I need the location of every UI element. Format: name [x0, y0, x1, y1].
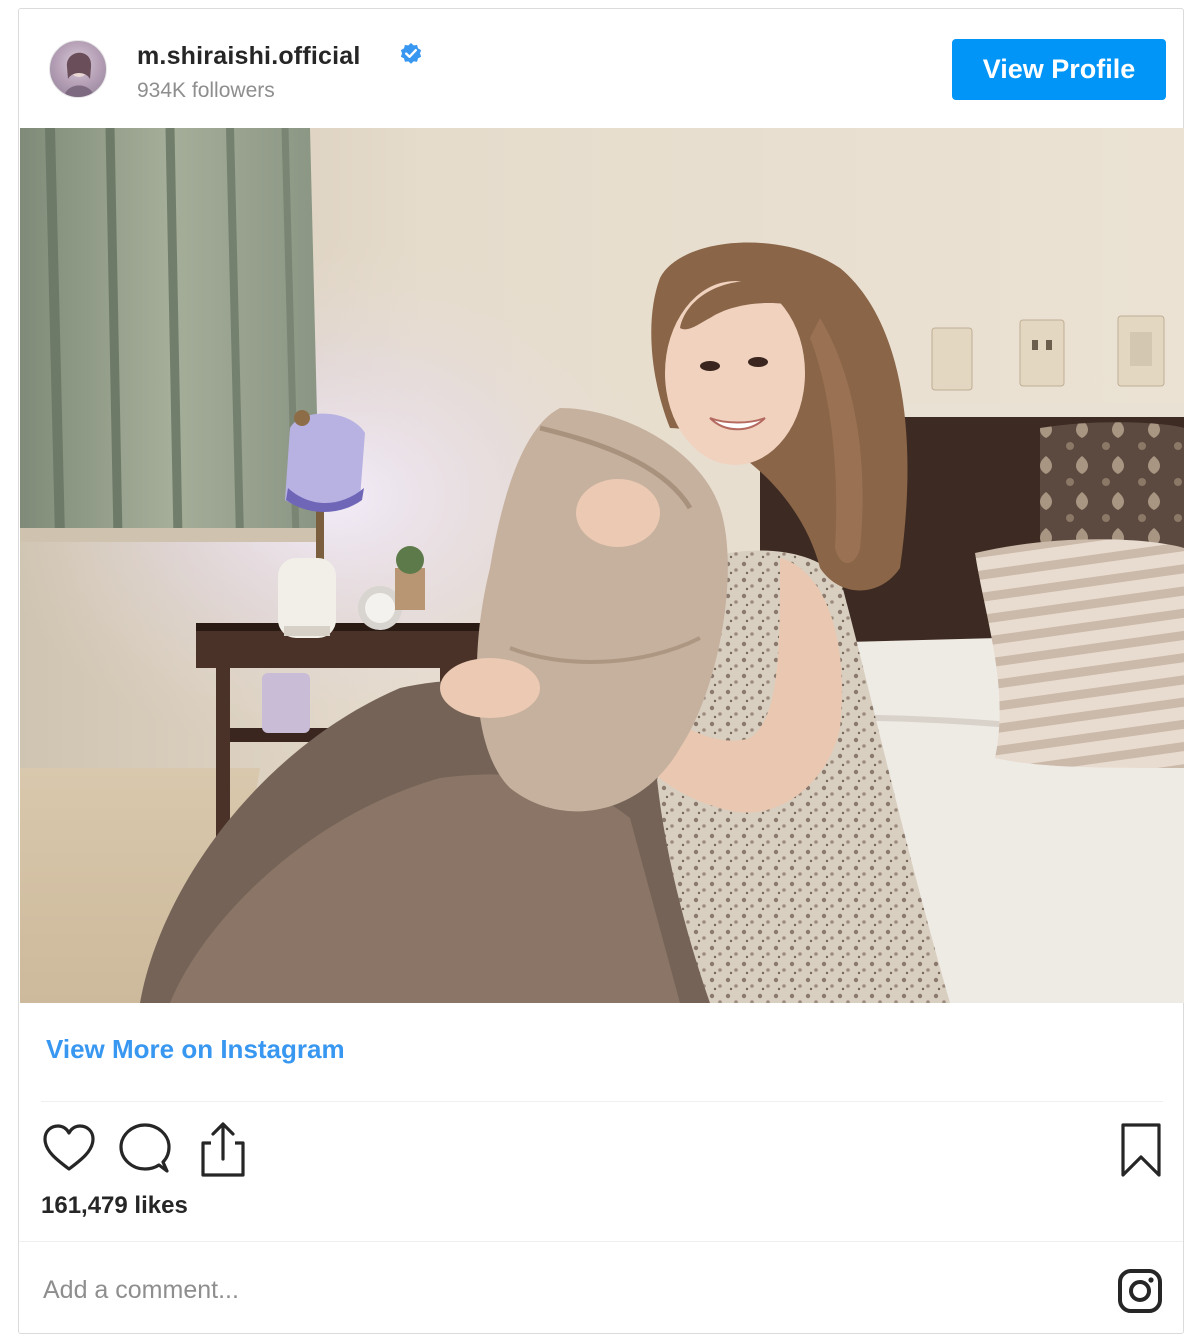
username[interactable]: m.shiraishi.official: [137, 42, 361, 71]
verified-badge-icon: [400, 43, 422, 64]
view-profile-button[interactable]: View Profile: [952, 39, 1166, 100]
instagram-embed-card: m.shiraishi.official 934K followers View…: [18, 8, 1184, 1334]
share-icon[interactable]: [193, 1119, 253, 1179]
follower-count: 934K followers: [137, 79, 275, 102]
view-more-on-instagram-link[interactable]: View More on Instagram: [46, 1034, 345, 1065]
post-photo[interactable]: [20, 128, 1184, 1003]
divider: [19, 1241, 1183, 1242]
bookmark-icon[interactable]: [1111, 1119, 1171, 1179]
comment-input[interactable]: [41, 1267, 1105, 1313]
divider: [41, 1101, 1163, 1102]
action-bar: [19, 1117, 1183, 1187]
profile-avatar[interactable]: [49, 40, 107, 98]
like-count: 161,479 likes: [41, 1192, 188, 1219]
heart-icon[interactable]: [39, 1119, 99, 1179]
post-header: m.shiraishi.official 934K followers View…: [19, 9, 1183, 129]
comment-bubble-icon[interactable]: [115, 1119, 175, 1179]
instagram-logo-icon[interactable]: [1116, 1267, 1164, 1315]
